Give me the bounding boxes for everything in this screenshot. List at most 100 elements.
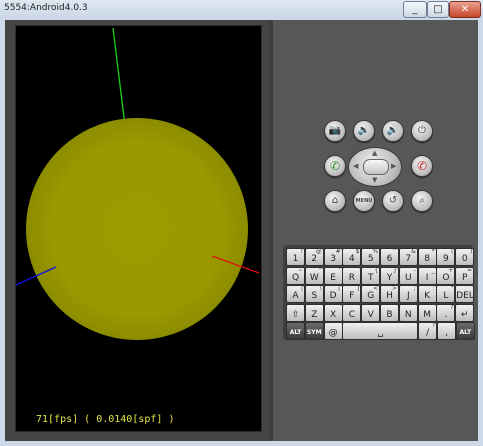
search-button[interactable]: ⌕ bbox=[411, 190, 433, 212]
back-button[interactable]: ↺ bbox=[382, 190, 404, 212]
volume-down-button[interactable]: 🔉 bbox=[353, 120, 375, 142]
volume-down-icon: 🔉 bbox=[357, 125, 371, 136]
key-label: I bbox=[425, 272, 429, 283]
key-0-7[interactable]: * 8 bbox=[417, 248, 437, 266]
key-1-7[interactable]: _ I bbox=[417, 266, 437, 285]
y-axis-line bbox=[112, 27, 126, 127]
device-screen[interactable]: 71[fps] ( 0.0140[spf] ) bbox=[15, 25, 262, 432]
yellow-sphere bbox=[26, 118, 248, 340]
key-3-0[interactable]: ⇧ bbox=[286, 303, 305, 322]
menu-label: MENU bbox=[355, 198, 373, 204]
key-2-7[interactable]: :K bbox=[417, 285, 437, 303]
dpad-left-icon[interactable]: ◀ bbox=[353, 163, 358, 170]
key-3-3[interactable]: C bbox=[342, 303, 362, 322]
key-label: V bbox=[367, 309, 374, 320]
key-0-8[interactable]: (9 bbox=[436, 248, 456, 266]
key-1-9[interactable]: = P bbox=[455, 266, 475, 285]
dpad-up-icon[interactable]: ▲ bbox=[372, 150, 377, 157]
key-4-2[interactable]: @ bbox=[323, 322, 343, 340]
key-2-1[interactable]: \ S bbox=[304, 285, 324, 303]
key-3-2[interactable]: X bbox=[323, 303, 343, 322]
key-2-0[interactable]: | A bbox=[286, 285, 305, 303]
dpad-down-icon[interactable]: ▼ bbox=[372, 177, 377, 184]
maximize-button[interactable]: □ bbox=[427, 1, 449, 18]
power-button[interactable]: ⏻ bbox=[411, 120, 433, 142]
key-label: 0 bbox=[461, 254, 468, 264]
key-label: / bbox=[426, 328, 430, 338]
key-3-9[interactable]: ↵ bbox=[455, 303, 475, 322]
key-1-8[interactable]: + O bbox=[436, 266, 456, 285]
key-label: 7 bbox=[405, 254, 412, 264]
back-icon: ↺ bbox=[388, 195, 398, 206]
key-label: Q bbox=[291, 272, 300, 283]
key-1-0[interactable]: ~ Q bbox=[286, 266, 305, 285]
key-label: B bbox=[386, 309, 393, 320]
key-0-9[interactable]: ) 0 bbox=[455, 248, 475, 266]
key-4-5[interactable]: , bbox=[437, 322, 456, 340]
key-1-6[interactable]: -U bbox=[398, 266, 418, 285]
key-0-1[interactable]: @2 bbox=[304, 248, 324, 266]
camera-button[interactable]: 📷 bbox=[324, 120, 346, 142]
key-2-5[interactable]: > H bbox=[380, 285, 399, 303]
call-button[interactable]: ✆ bbox=[324, 155, 346, 177]
key-label: W bbox=[309, 272, 319, 283]
home-icon: ⌂ bbox=[331, 195, 339, 206]
key-1-1[interactable]: " W bbox=[304, 266, 324, 285]
search-icon: ⌕ bbox=[419, 195, 425, 206]
key-label: 3 bbox=[330, 254, 336, 264]
key-3-8[interactable]: ?. bbox=[436, 303, 456, 322]
menu-button[interactable]: MENU bbox=[353, 190, 375, 212]
key-4-3[interactable]: ␣ bbox=[342, 322, 419, 340]
key-0-3[interactable]: $4 bbox=[342, 248, 362, 266]
key-label: 8 bbox=[424, 254, 430, 264]
key-label: F bbox=[349, 291, 355, 301]
dpad-right-icon[interactable]: ▶ bbox=[391, 163, 396, 170]
key-label: Y bbox=[386, 272, 393, 283]
key-1-5[interactable]: } Y bbox=[380, 266, 399, 285]
key-label: C bbox=[348, 309, 356, 320]
key-1-4[interactable]: {T bbox=[361, 266, 381, 285]
key-label: N bbox=[404, 309, 412, 320]
key-0-5[interactable]: ^ 6 bbox=[380, 248, 399, 266]
key-0-6[interactable]: & 7 bbox=[398, 248, 418, 266]
key-2-9[interactable]: DEL bbox=[455, 285, 475, 303]
volume-up-icon: 🔊 bbox=[386, 125, 400, 136]
window-titlebar: 5554:Android4.0.3 _ □ ✕ bbox=[0, 0, 483, 20]
fps-readout: 71[fps] ( 0.0140[spf] ) bbox=[36, 414, 175, 425]
key-0-2[interactable]: #3 bbox=[323, 248, 343, 266]
key-2-2[interactable]: [D bbox=[323, 285, 343, 303]
key-label: 6 bbox=[386, 254, 393, 264]
key-2-8[interactable]: " L bbox=[436, 285, 456, 303]
volume-up-button[interactable]: 🔊 bbox=[382, 120, 404, 142]
key-4-0[interactable]: ALT bbox=[286, 322, 305, 340]
key-0-0[interactable]: ! 1 bbox=[286, 248, 305, 266]
key-label: , bbox=[445, 328, 448, 338]
key-label: ⇧ bbox=[291, 309, 300, 320]
minimize-button[interactable]: _ bbox=[403, 1, 427, 18]
key-label: SYM bbox=[306, 329, 322, 336]
key-3-6[interactable]: N bbox=[398, 303, 418, 322]
key-3-5[interactable]: B bbox=[380, 303, 399, 322]
key-1-2[interactable]: ' E bbox=[323, 266, 343, 285]
key-3-7[interactable]: M bbox=[417, 303, 437, 322]
key-2-4[interactable]: < G bbox=[361, 285, 381, 303]
key-1-3[interactable]: ` R bbox=[342, 266, 362, 285]
dpad[interactable]: ▲ ▼ ◀ ▶ bbox=[348, 147, 402, 187]
end-call-button[interactable]: ✆ bbox=[411, 155, 433, 177]
key-2-6[interactable]: ; J bbox=[398, 285, 418, 303]
key-label: Z bbox=[311, 309, 318, 320]
dpad-center-button[interactable] bbox=[363, 159, 389, 175]
key-label: H bbox=[386, 291, 393, 301]
home-button[interactable]: ⌂ bbox=[324, 190, 346, 212]
key-4-4[interactable]: ? / bbox=[418, 322, 438, 340]
power-icon: ⏻ bbox=[418, 125, 426, 136]
key-label: S bbox=[311, 291, 318, 301]
key-0-4[interactable]: % 5 bbox=[361, 248, 381, 266]
key-3-4[interactable]: V bbox=[361, 303, 381, 322]
key-3-1[interactable]: Z bbox=[304, 303, 324, 322]
key-2-3[interactable]: ] F bbox=[342, 285, 362, 303]
key-label: L bbox=[443, 291, 449, 301]
key-4-1[interactable]: SYM bbox=[304, 322, 324, 340]
key-4-6[interactable]: ALT bbox=[455, 322, 475, 340]
close-button[interactable]: ✕ bbox=[449, 1, 481, 18]
